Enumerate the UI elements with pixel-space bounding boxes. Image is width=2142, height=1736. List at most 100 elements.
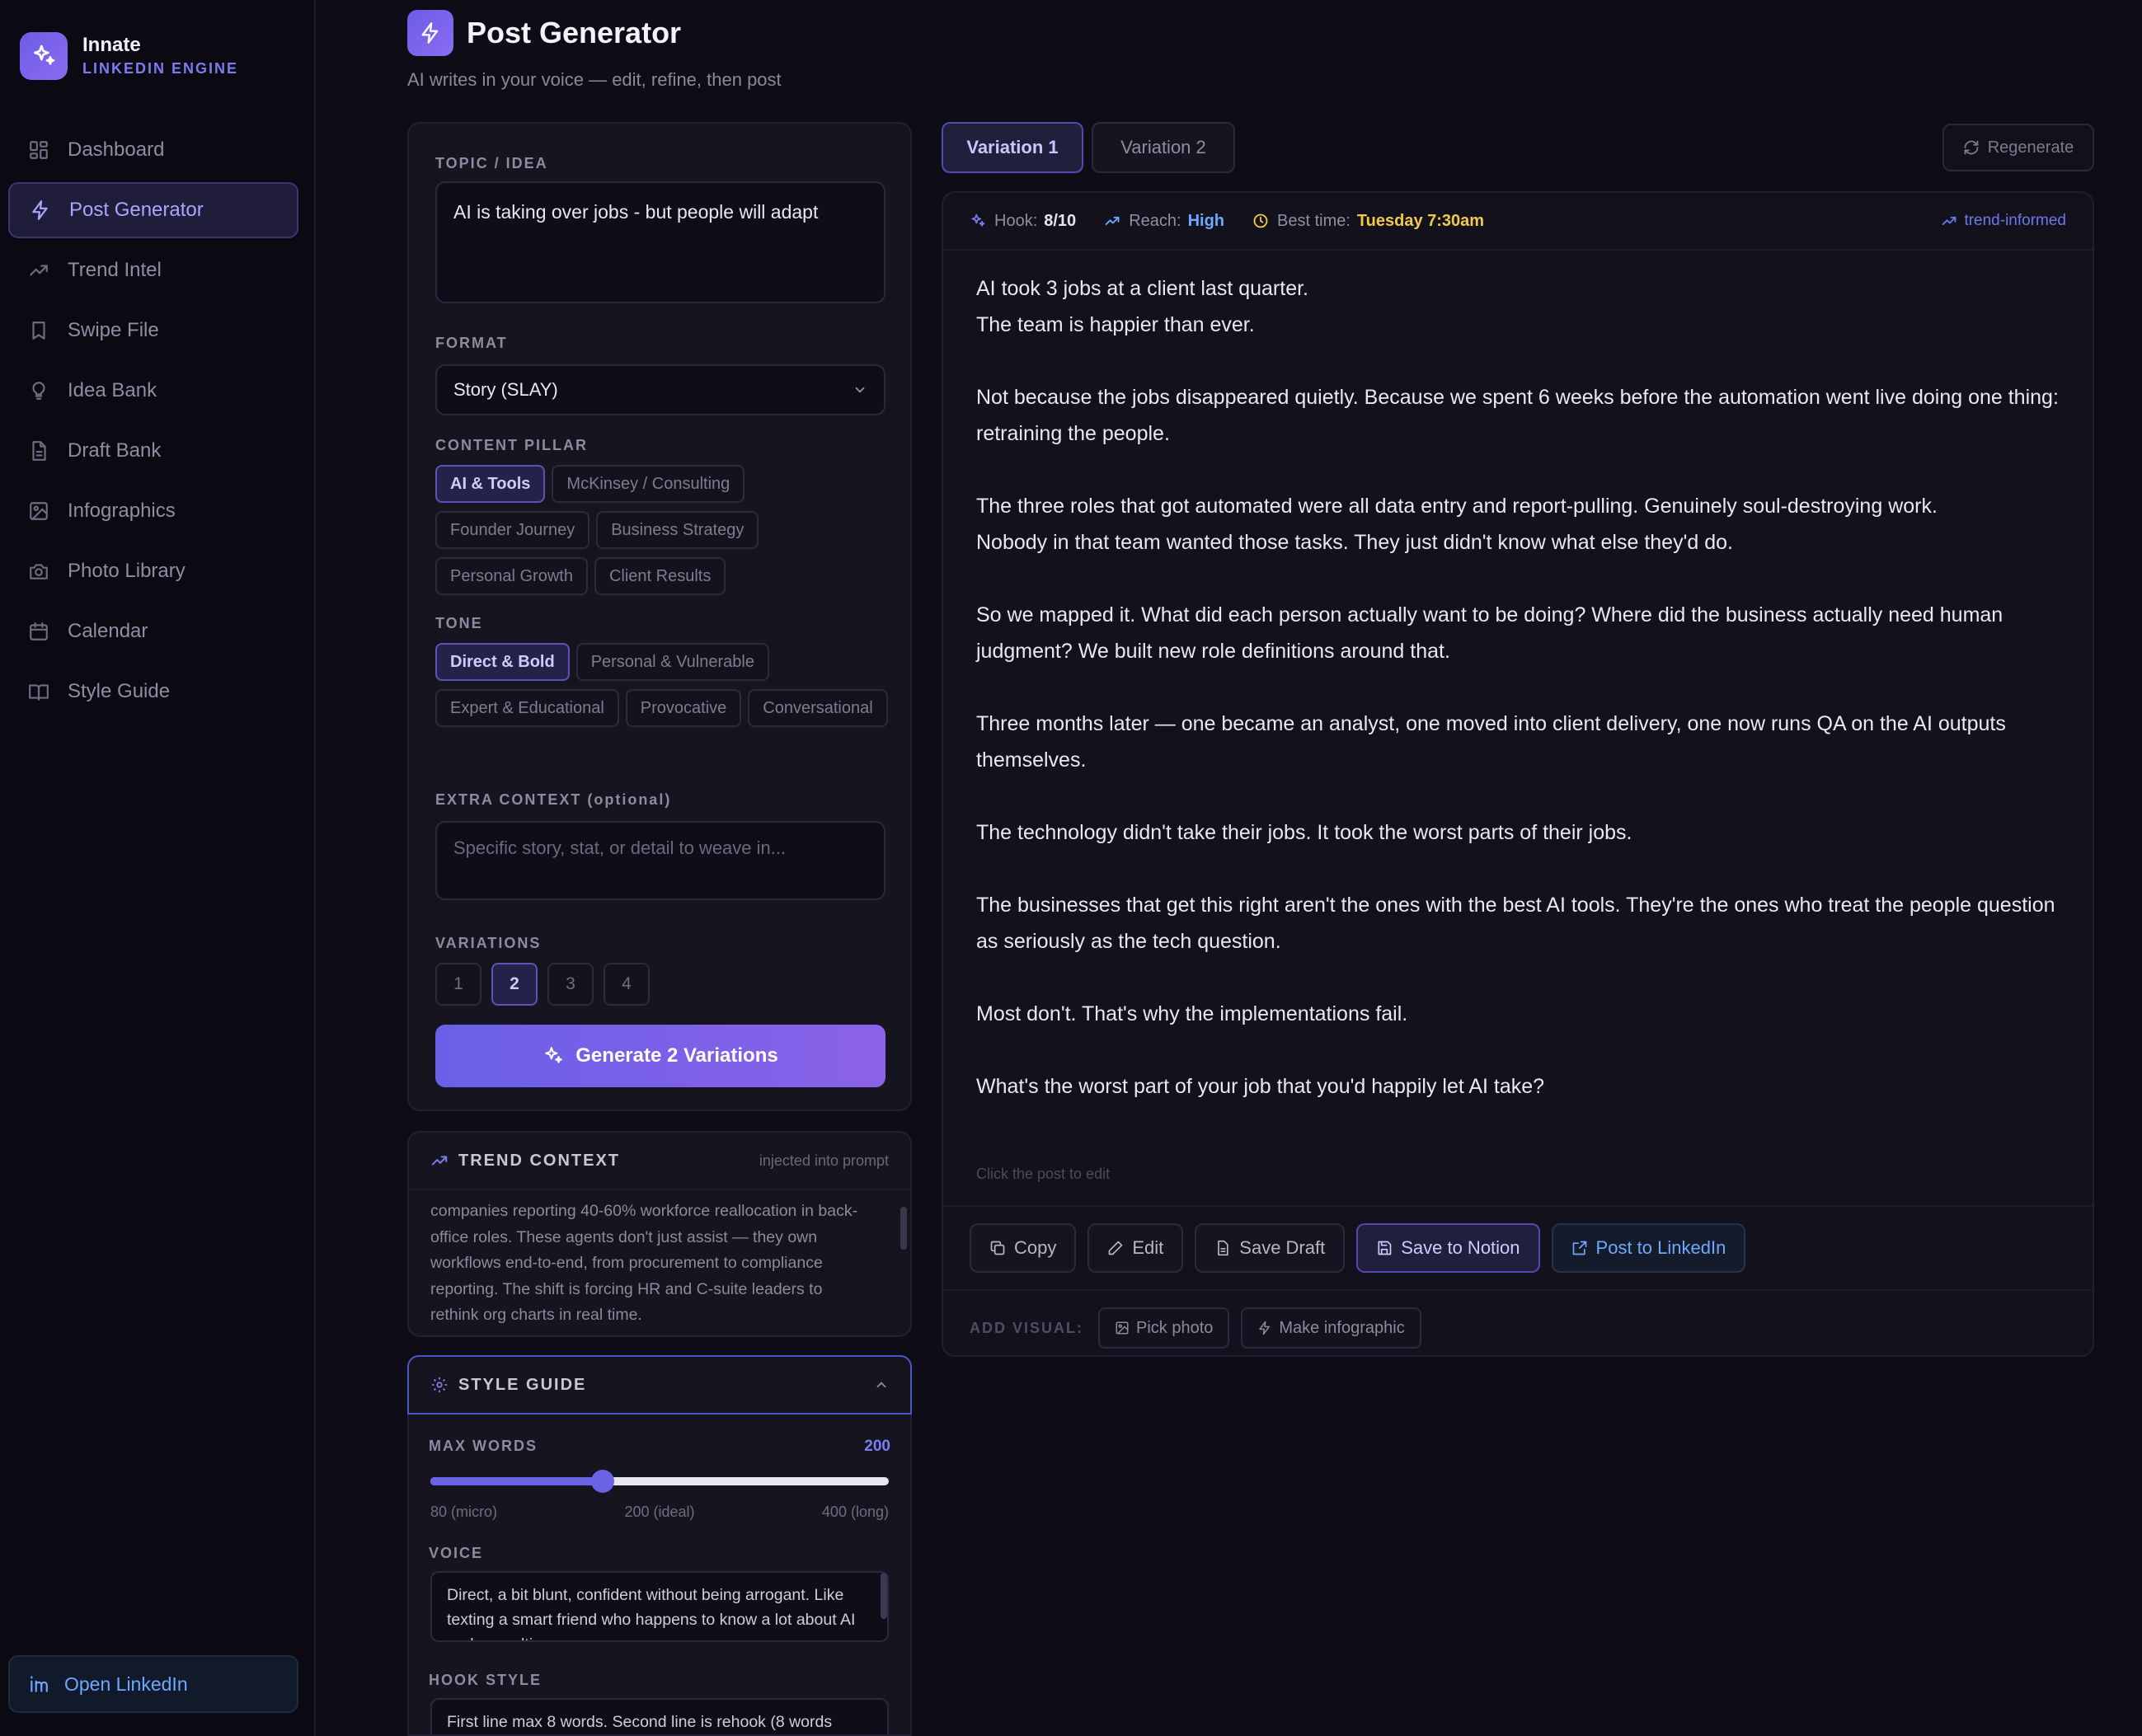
pillar-chip[interactable]: Founder Journey [435, 511, 590, 549]
variation-count-option[interactable]: 2 [491, 963, 538, 1006]
document-icon [32, 441, 46, 461]
add-visual-row: ADD VISUAL: Pick photo Make infographic [970, 1307, 1421, 1349]
regenerate-button[interactable]: Regenerate [1942, 124, 2094, 171]
bolt-icon [1259, 1321, 1271, 1335]
trending-icon [431, 1156, 448, 1166]
save-to-notion-label: Save to Notion [1401, 1237, 1520, 1258]
pillar-chip[interactable]: Client Results [594, 557, 726, 595]
post-to-linkedin-button[interactable]: Post to LinkedIn [1551, 1223, 1746, 1273]
sidebar-item-calendar[interactable]: Calendar [8, 603, 298, 659]
brand[interactable]: Innate LINKEDIN ENGINE [20, 32, 238, 80]
pillar-chip[interactable]: McKinsey / Consulting [552, 465, 745, 503]
tone-chips: Direct & Bold Personal & Vulnerable Expe… [435, 643, 897, 727]
save-draft-label: Save Draft [1239, 1237, 1326, 1258]
pick-photo-label: Pick photo [1136, 1318, 1214, 1337]
style-guide-panel: MAX WORDS 200 80 (micro) 200 (ideal) 400… [407, 1415, 912, 1736]
bolt-icon [407, 10, 453, 56]
topic-label: TOPIC / IDEA [435, 155, 548, 171]
sidebar-item-trend-intel[interactable]: Trend Intel [8, 242, 298, 298]
tone-chip[interactable]: Expert & Educational [435, 689, 619, 727]
generate-button[interactable]: Generate 2 Variations [435, 1025, 885, 1087]
clock-icon [1253, 213, 1268, 228]
variation-count-option[interactable]: 1 [435, 963, 481, 1006]
sidebar-item-draft-bank[interactable]: Draft Bank [8, 423, 298, 479]
sparkle-icon [971, 213, 985, 227]
image-icon [1116, 1321, 1129, 1335]
image-icon [30, 502, 48, 520]
linkedin-icon [31, 1676, 48, 1692]
topic-input[interactable]: AI is taking over jobs - but people will… [435, 181, 885, 303]
sidebar-item-label: Style Guide [68, 680, 171, 702]
trend-context-note: injected into prompt [759, 1152, 889, 1169]
pillar-chip[interactable]: Business Strategy [596, 511, 759, 549]
variation-count-option[interactable]: 3 [547, 963, 594, 1006]
sidebar-item-label: Trend Intel [68, 259, 162, 281]
style-guide-title: STYLE GUIDE [458, 1375, 587, 1394]
variation-count-option[interactable]: 4 [604, 963, 650, 1006]
page-title: Post Generator [467, 16, 682, 49]
tone-chip[interactable]: Provocative [625, 689, 742, 727]
bolt-icon [32, 200, 48, 220]
reach-value: High [1187, 211, 1224, 230]
book-icon [29, 684, 49, 701]
dashboard-icon [30, 141, 48, 159]
sidebar-item-dashboard[interactable]: Dashboard [8, 122, 298, 178]
pencil-icon [1109, 1241, 1123, 1255]
tone-chip[interactable]: Personal & Vulnerable [575, 643, 769, 681]
extra-context-input[interactable]: Specific story, stat, or detail to weave… [435, 821, 885, 900]
post-body[interactable]: AI took 3 jobs at a client last quarter.… [943, 251, 2093, 1105]
trend-context-header: TREND CONTEXT injected into prompt [409, 1133, 910, 1190]
tab-variation-1[interactable]: Variation 1 [942, 122, 1083, 173]
sidebar-item-photo-library[interactable]: Photo Library [8, 543, 298, 599]
page-header: Post Generator AI writes in your voice —… [407, 10, 782, 91]
brand-name: Innate [82, 34, 141, 56]
save-draft-button[interactable]: Save Draft [1195, 1223, 1346, 1273]
hook-score: Hook: 8/10 [970, 212, 1076, 231]
slider-fill [430, 1477, 603, 1485]
sidebar-item-idea-bank[interactable]: Idea Bank [8, 363, 298, 419]
pick-photo-button[interactable]: Pick photo [1098, 1307, 1230, 1349]
max-words-slider[interactable] [430, 1470, 889, 1493]
open-linkedin-button[interactable]: Open LinkedIn [8, 1655, 298, 1713]
post-metrics-bar: Hook: 8/10 Reach: High Best time: Tuesda… [943, 193, 2093, 251]
copy-button[interactable]: Copy [970, 1223, 1077, 1273]
voice-scrollbar[interactable] [881, 1573, 887, 1619]
post-actions: Copy Edit Save Draft Save to Notion Post… [943, 1205, 2093, 1291]
format-select[interactable]: Story (SLAY) [435, 364, 885, 415]
format-label: FORMAT [435, 335, 508, 351]
edit-label: Edit [1132, 1237, 1164, 1258]
sidebar-nav: Dashboard Post Generator Trend Intel Swi… [8, 122, 298, 724]
voice-textarea[interactable]: Direct, a bit blunt, confident without b… [430, 1571, 889, 1642]
make-infographic-button[interactable]: Make infographic [1241, 1307, 1421, 1349]
tone-chip[interactable]: Conversational [748, 689, 888, 727]
hook-label: Hook: [994, 211, 1038, 230]
tone-chip[interactable]: Direct & Bold [435, 643, 570, 681]
sidebar-item-label: Post Generator [69, 199, 204, 221]
post-paragraph: The three roles that got automated were … [976, 495, 1938, 554]
hook-style-textarea[interactable]: First line max 8 words. Second line is r… [430, 1698, 889, 1734]
pillar-chip[interactable]: Personal Growth [435, 557, 588, 595]
slider-handle[interactable] [590, 1470, 614, 1493]
sidebar-item-infographics[interactable]: Infographics [8, 483, 298, 539]
max-words-label: MAX WORDS [429, 1438, 538, 1454]
post-paragraph: Not because the jobs disappeared quietly… [976, 386, 2059, 445]
trend-context-title: TREND CONTEXT [458, 1151, 620, 1170]
trend-scrollbar[interactable] [900, 1207, 907, 1250]
sidebar-item-label: Dashboard [68, 138, 165, 161]
save-to-notion-button[interactable]: Save to Notion [1356, 1223, 1540, 1273]
chevron-up-icon [876, 1382, 886, 1388]
pillar-chip[interactable]: AI & Tools [435, 465, 546, 503]
slider-ticks: 80 (micro) 200 (ideal) 400 (long) [430, 1504, 889, 1521]
tone-label: TONE [435, 615, 483, 631]
edit-button[interactable]: Edit [1087, 1223, 1184, 1273]
post-paragraph: What's the worst part of your job that y… [976, 1075, 1545, 1098]
style-guide-toggle[interactable]: STYLE GUIDE [407, 1355, 912, 1415]
tab-variation-2[interactable]: Variation 2 [1092, 122, 1235, 173]
save-icon [1378, 1241, 1392, 1255]
page-subtitle: AI writes in your voice — edit, refine, … [407, 69, 782, 90]
document-icon [1218, 1240, 1228, 1256]
sidebar-item-style-guide[interactable]: Style Guide [8, 664, 298, 720]
sidebar-item-post-generator[interactable]: Post Generator [8, 182, 298, 238]
post-paragraph: Most don't. That's why the implementatio… [976, 1002, 1408, 1025]
sidebar-item-swipe-file[interactable]: Swipe File [8, 303, 298, 359]
